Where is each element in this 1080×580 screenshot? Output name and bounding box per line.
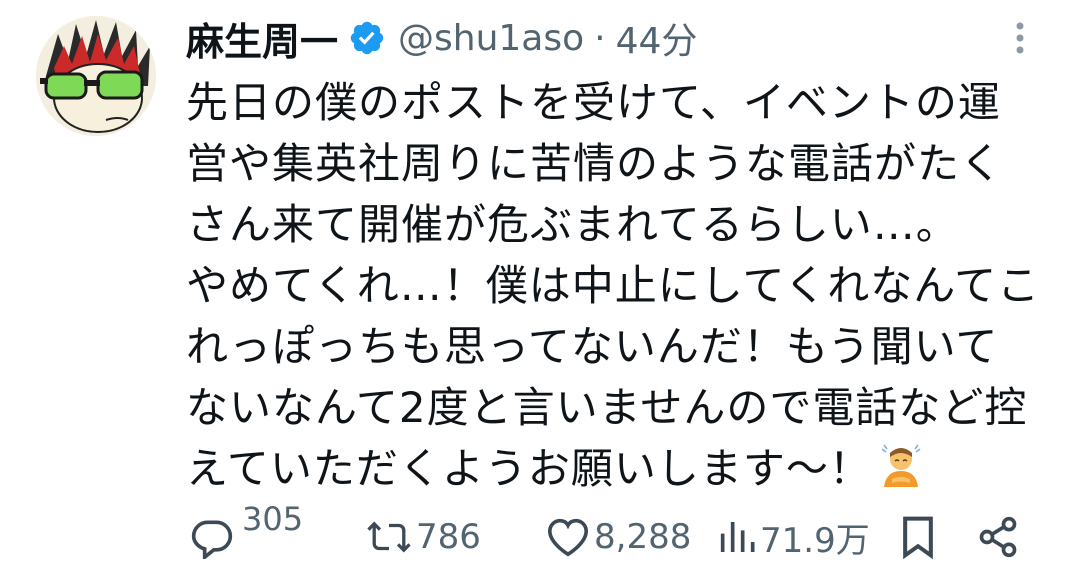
- display-name[interactable]: 麻生周一: [186, 11, 338, 66]
- tweet-text-line-content: えていただくようお願いします〜！: [186, 444, 872, 493]
- share-button[interactable]: [976, 512, 1020, 562]
- verified-badge-icon: [348, 19, 386, 57]
- tweet: 麻生周一 @shu1aso · 44分 先日の僕のポストを受けて、イベントの運 …: [0, 0, 1080, 580]
- tweet-text: 先日の僕のポストを受けて、イベントの運 営や集英社周りに苦情のような電話がたく …: [186, 72, 1046, 499]
- tweet-text-line: 先日の僕のポストを受けて、イベントの運: [186, 78, 1001, 127]
- tweet-text-line: ないなんて2度と言いませんので電話など控: [186, 383, 1028, 432]
- bookmark-icon: [898, 515, 938, 559]
- tweet-text-line: さん来て開催が危ぶまれてるらしい…。: [186, 200, 959, 249]
- handle[interactable]: @shu1aso: [398, 18, 584, 59]
- separator-dot: ·: [594, 17, 606, 59]
- reply-count: 305: [242, 500, 304, 538]
- heart-icon: [546, 517, 590, 557]
- tweet-text-line: やめてくれ…！僕は中止にしてくれなんてこ: [186, 261, 1041, 310]
- action-bar: 305 786 8,288 71.9万: [186, 500, 1036, 570]
- tweet-header: 麻生周一 @shu1aso · 44分: [186, 8, 697, 68]
- avatar[interactable]: [36, 16, 156, 136]
- views-icon: [716, 517, 756, 557]
- retweet-icon: [366, 517, 412, 557]
- tweet-text-line: 営や集英社周りに苦情のような電話がたく: [186, 139, 1004, 188]
- like-count: 8,288: [594, 517, 692, 557]
- retweet-count: 786: [416, 517, 481, 557]
- retweet-button[interactable]: 786: [366, 512, 481, 562]
- timestamp[interactable]: 44分: [616, 12, 698, 64]
- reply-icon: [190, 515, 234, 559]
- reply-button[interactable]: 305: [190, 500, 303, 562]
- more-vertical-icon[interactable]: [1010, 18, 1030, 58]
- share-icon: [976, 515, 1020, 559]
- view-count: 71.9万: [760, 520, 870, 561]
- bookmark-button[interactable]: [898, 512, 938, 562]
- like-button[interactable]: 8,288: [546, 512, 691, 562]
- views-button[interactable]: 71.9万: [716, 512, 870, 562]
- person-bowing-emoji: [878, 443, 924, 489]
- tweet-text-line: れっぽっちも思ってないんだ！もう聞いて: [186, 322, 999, 371]
- tweet-text-line-last: えていただくようお願いします〜！: [186, 438, 1046, 499]
- avatar-image: [36, 16, 156, 136]
